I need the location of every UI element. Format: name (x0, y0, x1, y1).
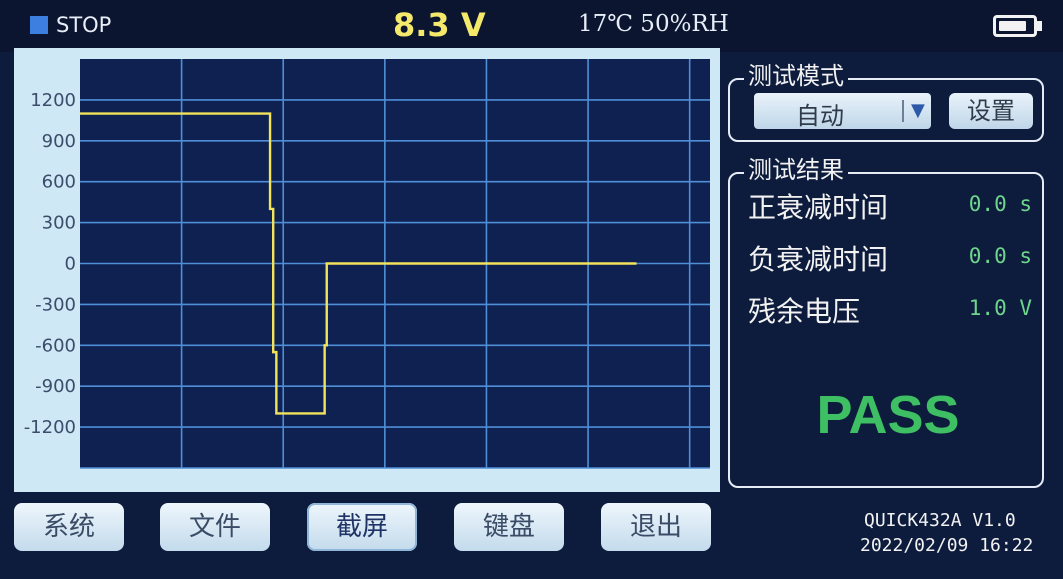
screenshot-button[interactable]: 截屏 (307, 503, 417, 551)
test-mode-value: 自动 (796, 102, 844, 130)
waveform-chart: 1200 900 600 300 0 -300 -600 -900 -1200 (14, 48, 720, 492)
voltage-readout: 8.3 V (393, 6, 486, 44)
result-row-negative-decay: 负衰减时间 0.0 s (748, 238, 1038, 278)
stop-indicator-icon (30, 16, 48, 34)
result-value: 0.0 s (968, 244, 1032, 268)
y-tick-label: -300 (35, 294, 76, 315)
exit-button[interactable]: 退出 (601, 503, 711, 551)
verdict-label: PASS (816, 385, 960, 445)
result-value: 1.0 V (968, 296, 1032, 320)
y-tick-label: -900 (35, 376, 76, 397)
model-version: QUICK432A V1.0 (864, 510, 1016, 531)
battery-level-fill (999, 21, 1026, 31)
test-mode-select[interactable]: 自动 ▼ (754, 93, 931, 130)
settings-button[interactable]: 设置 (949, 93, 1033, 129)
result-label: 正衰减时间 (748, 191, 889, 224)
battery-icon (993, 15, 1037, 37)
result-row-positive-decay: 正衰减时间 0.0 s (748, 186, 1038, 226)
chevron-down-icon[interactable]: ▼ (911, 100, 925, 121)
test-mode-panel: 测试模式 自动 ▼ 设置 (728, 62, 1044, 142)
battery-tip (1037, 21, 1042, 31)
status-bar: STOP 8.3 V 17℃ 50%RH (0, 0, 1063, 52)
y-tick-label: 1200 (30, 90, 76, 111)
result-value: 0.0 s (968, 192, 1032, 216)
result-label: 负衰减时间 (748, 243, 889, 276)
keyboard-button[interactable]: 键盘 (454, 503, 564, 551)
run-state-label: STOP (56, 13, 112, 37)
y-tick-label: 0 (65, 254, 76, 275)
y-tick-label: 900 (42, 131, 76, 152)
select-divider (902, 100, 904, 122)
system-button[interactable]: 系统 (14, 503, 124, 551)
y-tick-label: 300 (42, 213, 76, 234)
y-tick-label: -1200 (24, 417, 76, 438)
test-result-title: 测试结果 (744, 156, 848, 184)
datetime: 2022/02/09 16:22 (860, 535, 1034, 556)
result-label: 残余电压 (748, 295, 861, 328)
waveform-svg: 1200 900 600 300 0 -300 -600 -900 -1200 (24, 59, 710, 469)
result-row-residual-voltage: 残余电压 1.0 V (748, 290, 1038, 330)
test-mode-title: 测试模式 (744, 62, 848, 90)
file-button[interactable]: 文件 (160, 503, 270, 551)
environment-readout: 17℃ 50%RH (578, 11, 729, 37)
y-tick-label: -600 (35, 335, 76, 356)
test-result-panel: 测试结果 正衰减时间 0.0 s 负衰减时间 0.0 s 残余电压 1.0 V … (728, 156, 1044, 488)
y-tick-label: 600 (42, 172, 76, 193)
